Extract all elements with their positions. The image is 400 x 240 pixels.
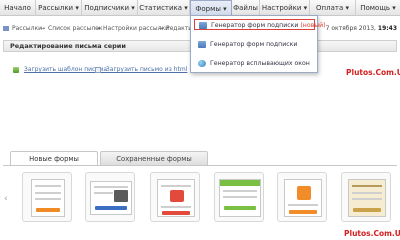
form-template-card[interactable] xyxy=(85,172,135,222)
globe-icon xyxy=(198,60,206,67)
nav-mailings[interactable]: Рассылки ▾ xyxy=(36,0,82,16)
form-template-card[interactable] xyxy=(22,172,72,222)
nav-statistics[interactable]: Статистика ▾ xyxy=(138,0,190,16)
form-preview xyxy=(31,179,65,217)
breadcrumb-separator: → xyxy=(95,25,101,32)
watermark: Plutos.Com.Ua xyxy=(346,68,400,77)
new-badge: (новый) xyxy=(300,22,326,29)
form-icon xyxy=(199,22,207,29)
nav-home[interactable]: Начало xyxy=(0,0,36,16)
nav-subscribers[interactable]: Подписчики ▾ xyxy=(82,0,138,16)
html-file-icon xyxy=(95,66,101,73)
current-date: 7 октября 2013, 19:43 xyxy=(326,23,397,34)
nav-payment[interactable]: Оплата ▾ xyxy=(310,0,356,16)
breadcrumb-separator: → xyxy=(40,25,46,32)
form-icon xyxy=(198,41,206,48)
form-preview xyxy=(157,179,195,217)
form-template-card[interactable] xyxy=(341,172,391,222)
breadcrumb-item[interactable]: Рассылки xyxy=(12,23,42,34)
upload-icon xyxy=(13,66,19,73)
menu-item-form-generator-new[interactable]: Генератор форм подписки (новый) xyxy=(194,19,326,30)
nav-forms[interactable]: Формы ▾ xyxy=(190,0,232,16)
form-preview xyxy=(348,179,386,217)
nav-files[interactable]: Файлы xyxy=(232,0,260,16)
tab-saved-forms[interactable]: Сохраненные формы подписки xyxy=(100,151,208,177)
load-html-label[interactable]: Загрузить письмо из html xyxy=(106,66,188,73)
form-preview xyxy=(284,179,322,217)
top-nav: Начало Рассылки ▾ Подписчики ▾ Статистик… xyxy=(0,0,400,16)
menu-item-label: Генератор форм подписки xyxy=(210,41,298,48)
form-preview xyxy=(90,181,132,215)
watermark: Plutos.Com.Ua xyxy=(344,229,400,238)
form-template-card[interactable] xyxy=(150,172,200,222)
time-text: 19:43 xyxy=(377,25,397,32)
date-text: 7 октября 2013, xyxy=(325,25,376,32)
breadcrumb-separator: → xyxy=(158,25,164,32)
form-template-card[interactable] xyxy=(214,172,264,222)
carousel-prev-icon[interactable]: ‹ xyxy=(4,194,8,204)
tab-new-forms[interactable]: Новые формы подписки xyxy=(10,151,98,177)
load-html-link[interactable]: Загрузить письмо из html xyxy=(95,66,187,74)
menu-item-form-generator[interactable]: Генератор форм подписки xyxy=(194,39,315,50)
menu-item-label: Генератор всплывающих окон xyxy=(210,60,310,67)
forms-dropdown-menu: Генератор форм подписки (новый) Генерато… xyxy=(190,15,326,73)
form-preview xyxy=(219,179,261,217)
form-template-card[interactable] xyxy=(277,172,327,222)
nav-settings[interactable]: Настройки ▾ xyxy=(260,0,310,16)
load-template-link[interactable]: Загрузить шаблон письма xyxy=(13,66,107,74)
menu-item-popup-generator[interactable]: Генератор всплывающих окон xyxy=(194,58,315,69)
nav-help[interactable]: Помощь ▾ xyxy=(356,0,400,16)
menu-item-label: Генератор форм подписки xyxy=(211,22,299,29)
home-icon xyxy=(3,26,9,31)
